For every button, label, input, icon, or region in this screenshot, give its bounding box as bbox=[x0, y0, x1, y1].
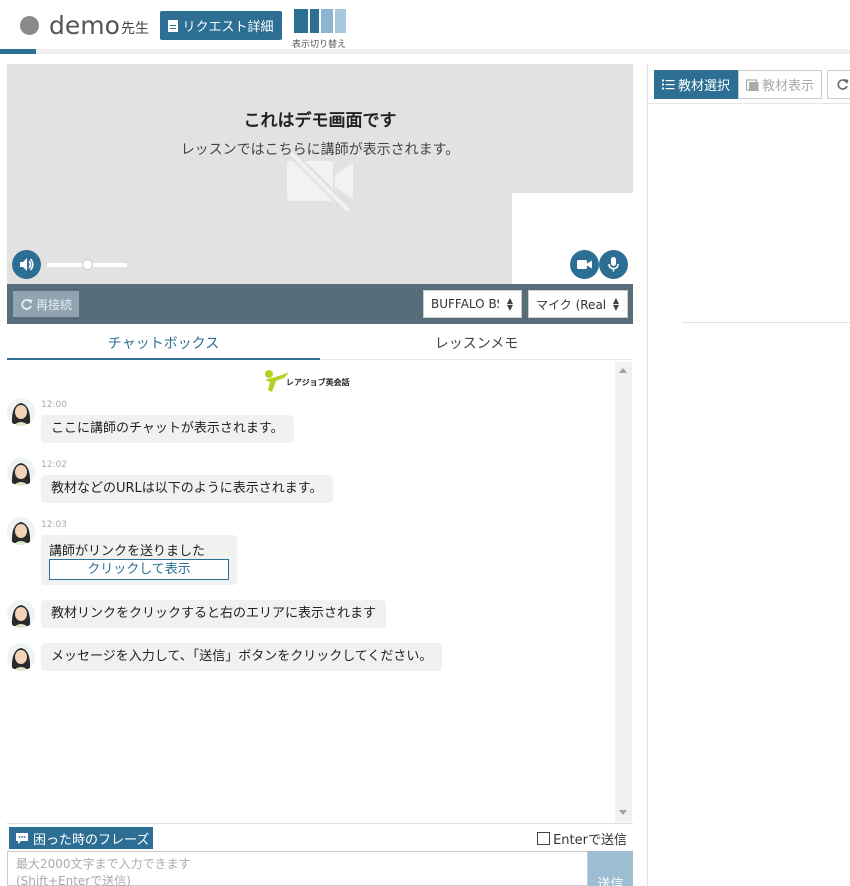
video-camera-icon bbox=[577, 260, 592, 269]
camera-select-value: BUFFALO BSW bbox=[431, 297, 499, 311]
help-phrases-button[interactable]: 困った時のフレーズ bbox=[9, 827, 153, 849]
mic-select-value: マイク (Realtek bbox=[536, 297, 605, 312]
logo-text: レアジョブ英会話 bbox=[286, 378, 350, 387]
enter-to-send-toggle[interactable]: Enterで送信 bbox=[537, 829, 627, 848]
message-bubble: 教材リンクをクリックすると右のエリアに表示されます bbox=[41, 600, 387, 628]
header-accent bbox=[0, 49, 36, 54]
material-toolbar: 教材選択 教材表示 bbox=[648, 64, 850, 104]
reconnect-button[interactable]: 再接続 bbox=[13, 291, 79, 317]
list-icon bbox=[661, 79, 675, 90]
teacher-suffix: 先生 bbox=[121, 21, 149, 37]
link-message-bubble: 講師がリンクを送りました クリックして表示 bbox=[41, 535, 237, 585]
tab-lesson-memo[interactable]: レッスンメモ bbox=[320, 330, 633, 360]
send-button[interactable]: 送信 bbox=[588, 851, 633, 886]
video-area: これはデモ画面です レッスンではこちらに講師が表示されます。 bbox=[7, 64, 633, 284]
select-material-label: 教材選択 bbox=[677, 79, 730, 94]
lesson-room: demo 先生 リクエスト詳細 表示切り替え これはデモ画面です レッスンではこ… bbox=[0, 0, 850, 886]
message-time: 12:00 bbox=[41, 400, 67, 410]
select-arrows-icon: ▲ ▼ bbox=[506, 296, 513, 312]
message-bubble: ここに講師のチャットが表示されます。 bbox=[41, 415, 294, 443]
layout-switch-button[interactable]: 表示切り替え bbox=[292, 9, 354, 50]
refresh-icon bbox=[836, 79, 848, 90]
avatar bbox=[7, 517, 35, 545]
teacher-name: demo bbox=[49, 11, 120, 40]
layout-columns-icon bbox=[294, 9, 346, 33]
camera-select[interactable]: BUFFALO BSW ▲▼ bbox=[423, 290, 522, 318]
demo-title: これはデモ画面です bbox=[243, 111, 397, 131]
enter-send-checkbox[interactable] bbox=[537, 832, 551, 845]
material-divider bbox=[682, 322, 850, 323]
message-text: 講師がリンクを送りました bbox=[49, 544, 206, 559]
enter-send-label: Enterで送信 bbox=[553, 833, 627, 848]
message-bubble: 教材などのURLは以下のように表示されます。 bbox=[41, 475, 333, 503]
volume-slider[interactable] bbox=[47, 259, 127, 270]
chat-scrollbar[interactable] bbox=[615, 362, 632, 822]
camera-toggle-button[interactable] bbox=[570, 250, 599, 279]
message-time: 12:03 bbox=[41, 520, 67, 530]
input-placeholder-line1: 最大2000文字まで入力できます bbox=[16, 857, 191, 871]
speaker-icon bbox=[20, 258, 34, 271]
message-bubble: メッセージを入力して、「送信」ボタンをクリックしてください。 bbox=[41, 643, 443, 671]
select-arrows-icon: ▲ ▼ bbox=[612, 296, 619, 312]
avatar bbox=[7, 458, 35, 486]
reconnect-label: 再接続 bbox=[35, 297, 72, 312]
chat-bubble-icon bbox=[16, 832, 28, 844]
volume-slider-handle[interactable] bbox=[81, 259, 93, 270]
microphone-icon bbox=[608, 257, 619, 272]
mic-toggle-button[interactable] bbox=[599, 250, 628, 279]
avatar bbox=[7, 643, 35, 671]
request-detail-label: リクエスト詳細 bbox=[182, 20, 274, 35]
message-time: 12:02 bbox=[41, 460, 67, 470]
chat-memo-tabs: チャットボックス レッスンメモ bbox=[7, 330, 633, 360]
demo-subtitle: レッスンではこちらに講師が表示されます。 bbox=[180, 142, 460, 158]
refresh-material-button[interactable] bbox=[827, 70, 850, 99]
volume-button[interactable] bbox=[12, 250, 41, 279]
device-control-bar: 再接続 BUFFALO BSW ▲▼ マイク (Realtek ▲▼ bbox=[7, 284, 633, 324]
select-material-button[interactable]: 教材選択 bbox=[654, 70, 738, 99]
company-logo: レアジョブ英会話 bbox=[262, 368, 362, 396]
avatar bbox=[7, 600, 35, 628]
status-indicator bbox=[20, 16, 39, 35]
material-panel: 教材選択 教材表示 bbox=[647, 64, 850, 886]
show-material-label: 教材表示 bbox=[761, 79, 814, 94]
avatar bbox=[7, 398, 35, 426]
refresh-icon bbox=[21, 298, 33, 310]
mic-select[interactable]: マイク (Realtek ▲▼ bbox=[528, 290, 628, 318]
book-icon bbox=[745, 78, 759, 91]
tab-chatbox[interactable]: チャットボックス bbox=[7, 330, 320, 360]
document-icon bbox=[168, 19, 179, 32]
request-detail-button[interactable]: リクエスト詳細 bbox=[160, 11, 282, 40]
scroll-down-arrow-icon[interactable] bbox=[619, 810, 627, 815]
input-placeholder-line2: (Shift+Enterで送信) bbox=[16, 874, 131, 886]
help-phrases-label: 困った時のフレーズ bbox=[33, 832, 150, 848]
phrase-bar: 困った時のフレーズ Enterで送信 bbox=[7, 823, 633, 851]
message-input[interactable]: 最大2000文字まで入力できます (Shift+Enterで送信) bbox=[7, 851, 588, 886]
scroll-up-arrow-icon[interactable] bbox=[619, 368, 627, 373]
header: demo 先生 リクエスト詳細 表示切り替え bbox=[0, 0, 850, 54]
chat-area[interactable]: レアジョブ英会話 12:00 ここに講師のチャットが表示されます。 12:02 … bbox=[7, 362, 633, 822]
open-link-button[interactable]: クリックして表示 bbox=[49, 559, 229, 580]
show-material-button[interactable]: 教材表示 bbox=[738, 70, 822, 99]
header-divider bbox=[0, 49, 850, 54]
